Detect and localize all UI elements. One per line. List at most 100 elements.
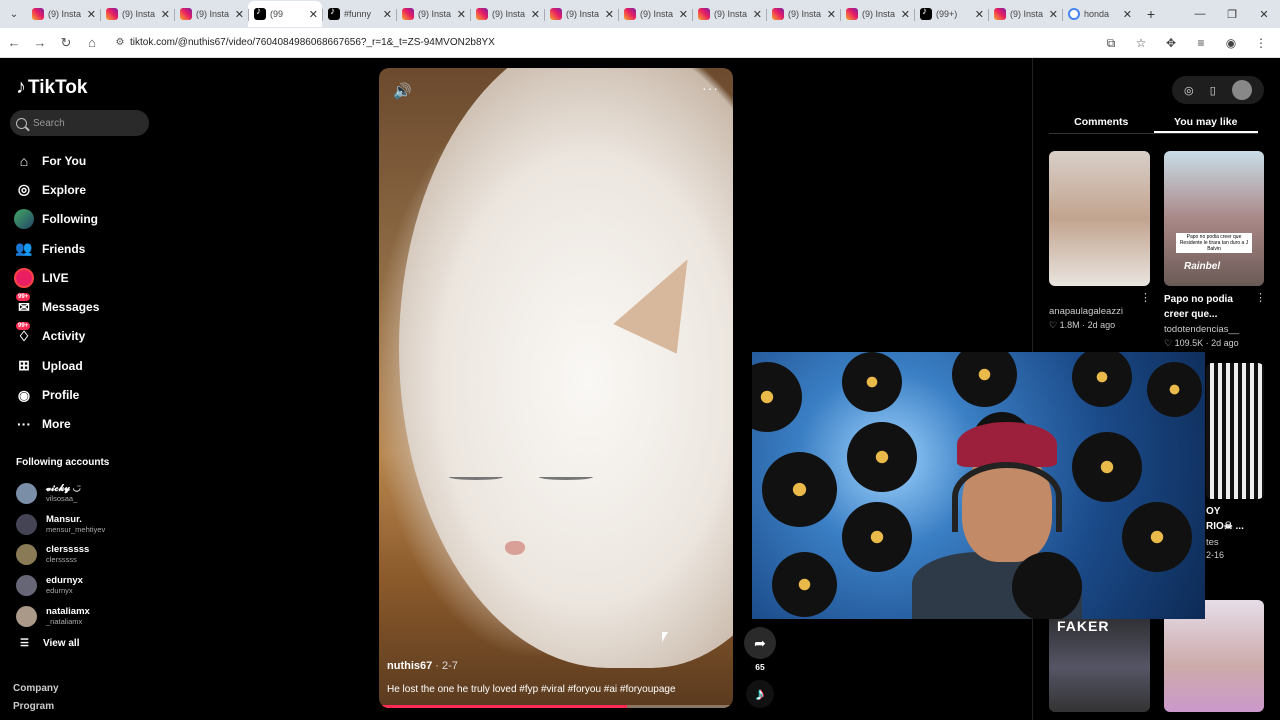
- nav-item-for-you[interactable]: ⌂ For You: [14, 146, 154, 175]
- card-title-partial[interactable]: OY: [1206, 504, 1220, 519]
- nav-item-upload[interactable]: ⊞ Upload: [14, 351, 154, 380]
- vinyl-record: [1147, 362, 1202, 417]
- browser-tab[interactable]: (9) Insta ✕: [100, 1, 174, 27]
- back-icon[interactable]: ←: [2, 31, 26, 55]
- browser-tab[interactable]: (9) Insta ✕: [618, 1, 692, 27]
- nav-label: Activity: [42, 329, 86, 344]
- install-app-icon[interactable]: ⧉: [1098, 31, 1124, 55]
- video-player[interactable]: 🔊 ··· nuthis67 · 2-7 He lost the one he …: [379, 68, 733, 708]
- tab-comments[interactable]: Comments: [1049, 110, 1154, 133]
- close-tab-icon[interactable]: ✕: [679, 8, 688, 21]
- explore-icon[interactable]: ◎: [1184, 84, 1194, 97]
- search-box[interactable]: [10, 110, 149, 136]
- tab-title: (9) Insta: [48, 9, 82, 19]
- tiktok-logo[interactable]: ♪ TikTok: [16, 76, 87, 99]
- nav-item-activity[interactable]: ♢ 99+ Activity: [14, 322, 154, 351]
- device-icon[interactable]: ▯: [1210, 84, 1216, 97]
- card-more-icon[interactable]: ⋮: [1140, 291, 1151, 304]
- card-author[interactable]: todotendencias__: [1164, 324, 1239, 335]
- browser-tab[interactable]: (9) Insta ✕: [470, 1, 544, 27]
- bookmark-star-icon[interactable]: ☆: [1128, 31, 1154, 55]
- following-account[interactable]: clersssss clersssss: [16, 539, 105, 570]
- close-tab-icon[interactable]: ✕: [1049, 8, 1058, 21]
- following-account[interactable]: Mansur. mensur_mehtiyev: [16, 509, 105, 540]
- close-tab-icon[interactable]: ✕: [1123, 8, 1132, 21]
- card-title-partial[interactable]: RIO☠ ...: [1206, 519, 1244, 534]
- account-handle: mensur_mehtiyev: [46, 524, 106, 534]
- close-tab-icon[interactable]: ✕: [531, 8, 540, 21]
- browser-tab[interactable]: (9) Insta ✕: [692, 1, 766, 27]
- browser-menu-icon[interactable]: ⋮: [1248, 31, 1274, 55]
- cat-image: [399, 68, 733, 668]
- recommended-video-thumb[interactable]: [1206, 363, 1264, 499]
- restore-icon[interactable]: ❐: [1216, 0, 1248, 28]
- card-author-partial[interactable]: tes: [1206, 537, 1219, 548]
- nav-item-friends[interactable]: 👥 Friends: [14, 234, 154, 263]
- avatar-icon: [14, 209, 34, 230]
- close-tab-icon[interactable]: ✕: [235, 8, 244, 21]
- following-account[interactable]: nataliamx _nataliamx: [16, 601, 105, 632]
- profile-icon[interactable]: ◉: [1218, 31, 1244, 55]
- close-tab-icon[interactable]: ✕: [457, 8, 466, 21]
- site-info-icon[interactable]: ⚙: [110, 37, 130, 48]
- view-all-link[interactable]: ☰ View all: [20, 638, 79, 649]
- browser-tab[interactable]: (9) Insta ✕: [544, 1, 618, 27]
- browser-tab[interactable]: #funny ✕: [322, 1, 396, 27]
- compass-icon: ◎: [17, 181, 31, 198]
- card-author[interactable]: anapaulagaleazzi: [1049, 306, 1123, 317]
- browser-tab[interactable]: honda ✕: [1062, 1, 1136, 27]
- browser-tab[interactable]: (9) Insta ✕: [174, 1, 248, 27]
- footer-link-company[interactable]: Company: [13, 680, 59, 698]
- browser-tab[interactable]: (9) Insta ✕: [26, 1, 100, 27]
- search-input[interactable]: [33, 117, 133, 129]
- share-button[interactable]: ➦: [744, 627, 776, 659]
- close-tab-icon[interactable]: ✕: [309, 8, 318, 21]
- close-tab-icon[interactable]: ✕: [827, 8, 836, 21]
- close-window-icon[interactable]: ✕: [1248, 0, 1280, 28]
- close-tab-icon[interactable]: ✕: [87, 8, 96, 21]
- forward-icon[interactable]: →: [28, 31, 52, 55]
- minimize-icon[interactable]: —: [1184, 0, 1216, 28]
- new-tab-button[interactable]: +: [1140, 6, 1162, 22]
- tab-search-icon[interactable]: ⌄: [2, 2, 26, 26]
- recommended-video-thumb[interactable]: Papo no podia creer que Residente le tir…: [1164, 151, 1264, 286]
- nav-item-profile[interactable]: ◉ Profile: [14, 380, 154, 409]
- browser-tab[interactable]: (99 ✕: [248, 1, 322, 27]
- reload-icon[interactable]: ↻: [54, 31, 78, 55]
- nav-item-live[interactable]: LIVE: [14, 263, 154, 292]
- browser-tab[interactable]: (9) Insta ✕: [396, 1, 470, 27]
- nav-item-more[interactable]: ··· More: [14, 410, 154, 439]
- user-avatar[interactable]: [1231, 80, 1252, 100]
- close-tab-icon[interactable]: ✕: [605, 8, 614, 21]
- browser-tab[interactable]: (99+) ✕: [914, 1, 988, 27]
- tab-you-may-like[interactable]: You may like: [1153, 110, 1258, 133]
- footer-links: Company Program: [13, 680, 59, 716]
- close-tab-icon[interactable]: ✕: [161, 8, 170, 21]
- card-more-icon[interactable]: ⋮: [1255, 291, 1266, 304]
- close-tab-icon[interactable]: ✕: [753, 8, 762, 21]
- following-account[interactable]: 𝓿𝓲𝓬𝓴𝔂 ◡̈ vilsosaa_: [16, 478, 105, 509]
- media-controls-icon[interactable]: ≡: [1188, 31, 1214, 55]
- close-tab-icon[interactable]: ✕: [901, 8, 910, 21]
- browser-tab[interactable]: (9) Insta ✕: [766, 1, 840, 27]
- video-progress-bar[interactable]: [379, 705, 733, 708]
- video-author[interactable]: nuthis67 · 2-7: [387, 660, 458, 672]
- volume-icon[interactable]: 🔊: [393, 82, 412, 100]
- footer-link-program[interactable]: Program: [13, 698, 59, 716]
- close-tab-icon[interactable]: ✕: [383, 8, 392, 21]
- card-title[interactable]: Papo no podia creer que...: [1164, 292, 1250, 322]
- browser-tab[interactable]: (9) Insta ✕: [840, 1, 914, 27]
- following-account[interactable]: edurnyx edurnyx: [16, 570, 105, 601]
- close-tab-icon[interactable]: ✕: [975, 8, 984, 21]
- nav-item-following[interactable]: Following: [14, 205, 154, 234]
- more-options-icon[interactable]: ···: [702, 80, 719, 96]
- browser-tab[interactable]: (9) Insta ✕: [988, 1, 1062, 27]
- nav-item-explore[interactable]: ◎ Explore: [14, 175, 154, 204]
- tiktok-music-icon[interactable]: ♪: [746, 680, 774, 708]
- extensions-icon[interactable]: ✥: [1158, 31, 1184, 55]
- nav-label: Upload: [42, 358, 83, 373]
- nav-item-messages[interactable]: ✉ 99+ Messages: [14, 292, 154, 321]
- home-icon[interactable]: ⌂: [80, 31, 104, 55]
- recommended-video-thumb[interactable]: [1049, 151, 1150, 286]
- url-field[interactable]: ⚙ tiktok.com/@nuthis67/video/76040849860…: [110, 30, 1110, 55]
